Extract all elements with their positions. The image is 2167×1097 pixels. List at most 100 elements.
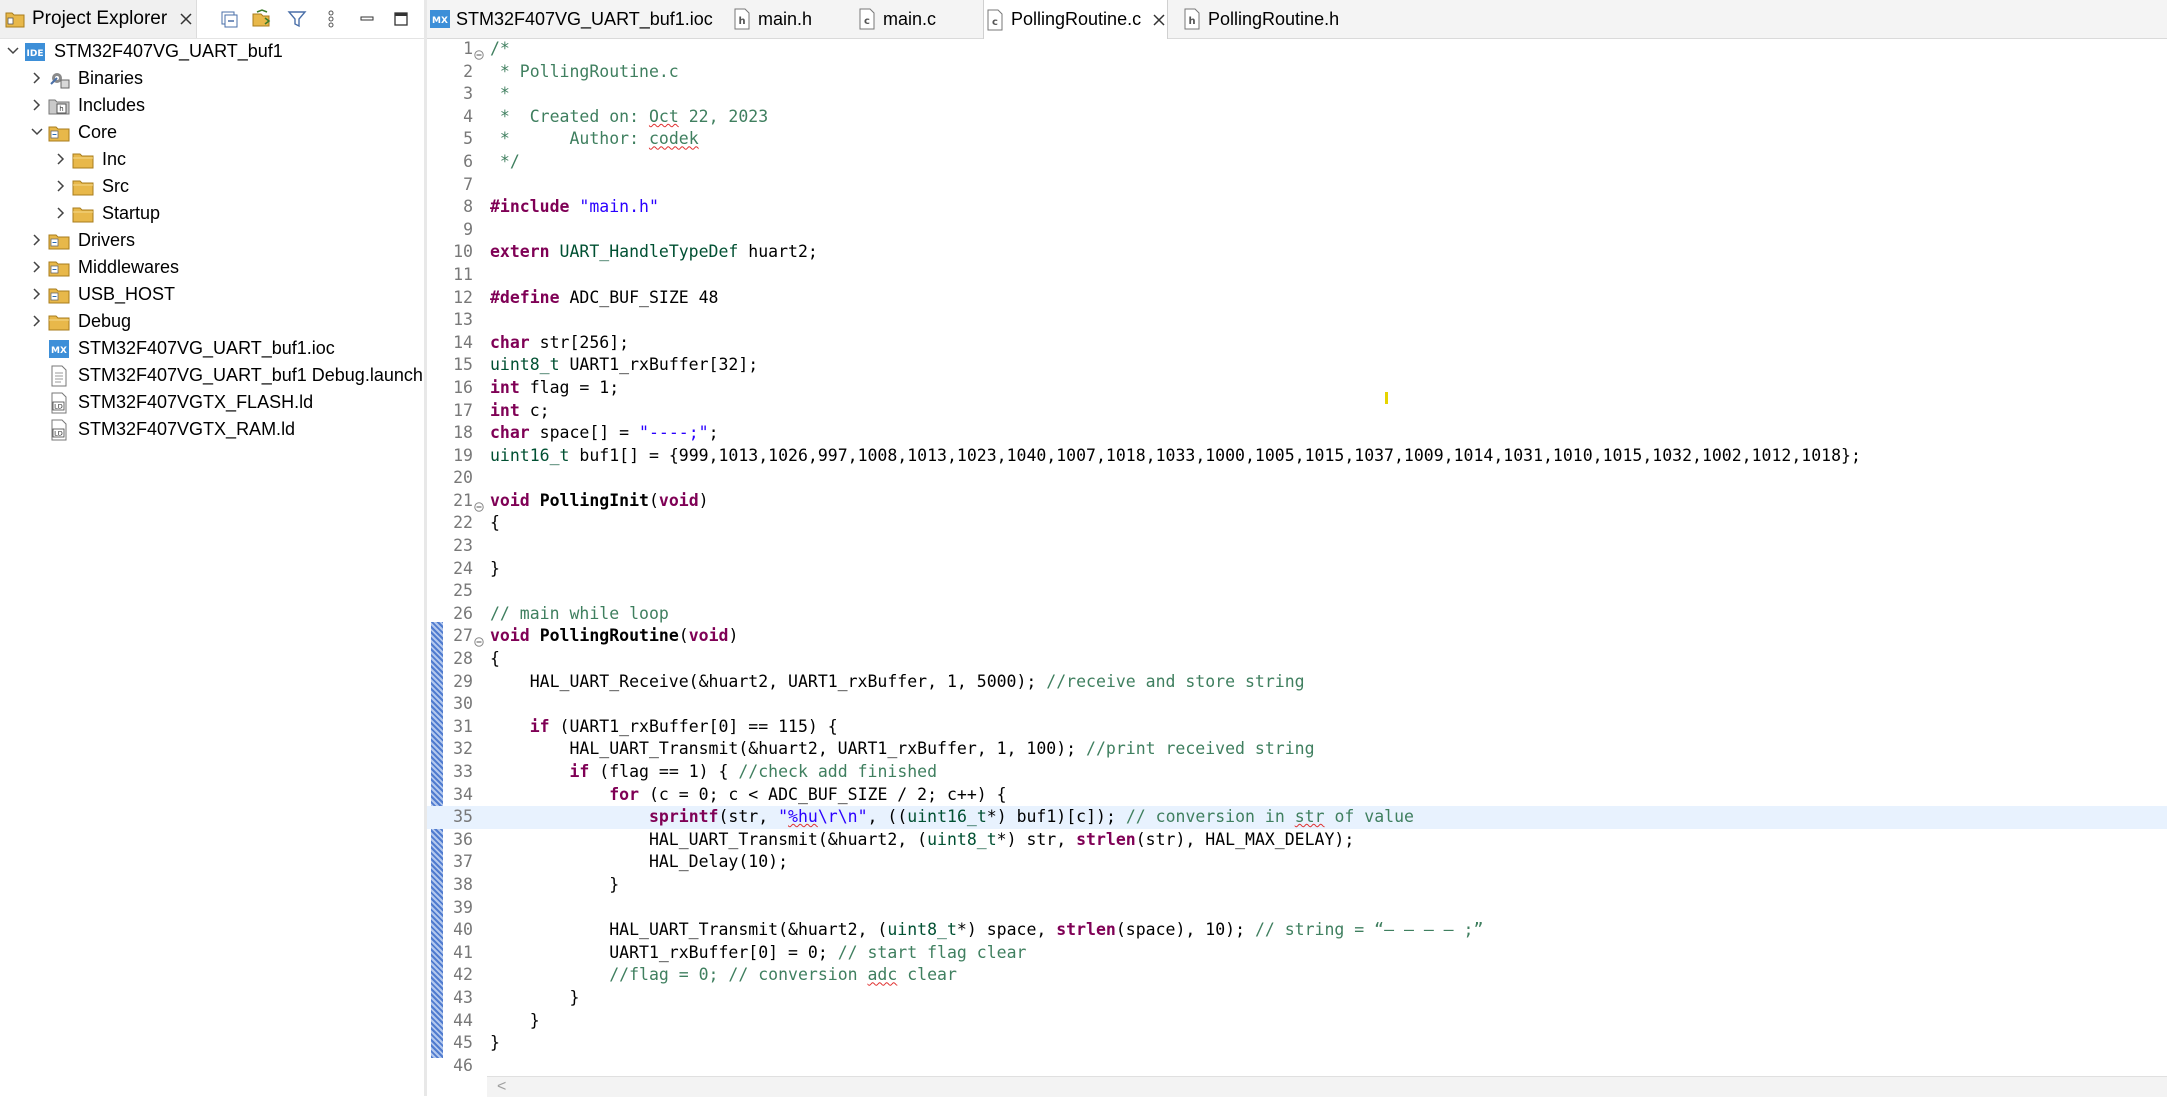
close-icon[interactable] [1151,12,1167,28]
view-menu-icon[interactable] [318,6,344,32]
editor-tab[interactable]: c main.c [856,0,936,38]
code-line[interactable]: 44 } [427,1010,2167,1033]
tree-item[interactable]: h Includes [0,92,424,119]
horizontal-scrollbar[interactable]: < [487,1076,2167,1097]
code-line[interactable]: 40 HAL_UART_Transmit(&huart2, (uint8_t*)… [427,919,2167,942]
chevron-right-icon[interactable] [29,313,45,329]
chevron-right-icon[interactable] [29,286,45,302]
code-line[interactable]: 33 if (flag == 1) { //check add finished [427,761,2167,784]
svg-text:c: c [992,17,998,28]
maximize-icon[interactable] [388,6,414,32]
code-line[interactable]: 24} [427,558,2167,581]
code-line[interactable]: 21 void PollingInit(void) [427,490,2167,513]
code-line[interactable]: 18 char space[] = "----;"; [427,422,2167,445]
tree-item[interactable]: Core [0,119,424,146]
chevron-right-icon[interactable] [53,205,69,221]
code-line[interactable]: 34 for (c = 0; c < ADC_BUF_SIZE / 2; c++… [427,784,2167,807]
code-line[interactable]: 35 sprintf(str, "%hu\r\n", ((uint16_t*) … [427,806,2167,829]
code-area[interactable]: 1/* 2 * PollingRoutine.c 3 * 4 * Created on… [427,38,2167,1077]
code-line[interactable]: 29 HAL_UART_Receive(&huart2, UART1_rxBuf… [427,671,2167,694]
code-line[interactable]: 42 //flag = 0; // conversion adc clear [427,964,2167,987]
code-line[interactable]: 28 { [427,648,2167,671]
code-line[interactable]: 41 UART1_rxBuffer[0] = 0; // start flag … [427,942,2167,965]
tree-item[interactable]: IDE STM32F407VG_UART_buf1 [0,38,424,65]
scroll-left-icon[interactable]: < [497,1078,506,1096]
code-line[interactable]: 23 [427,535,2167,558]
tree-item[interactable]: Inc [0,146,424,173]
code-line[interactable]: 45} [427,1032,2167,1055]
code-line[interactable]: 10 extern UART_HandleTypeDef huart2; [427,241,2167,264]
link-with-editor-icon[interactable] [248,6,274,32]
code-line[interactable]: 2 * PollingRoutine.c [427,61,2167,84]
tree-item[interactable]: LD STM32F407VGTX_RAM.ld [0,416,424,443]
minimize-icon[interactable] [354,6,380,32]
chevron-right-icon[interactable] [29,70,45,86]
line-number: 10 [453,242,473,262]
code-line[interactable]: 6 */ [427,151,2167,174]
code-line[interactable]: 13 [427,309,2167,332]
code-line[interactable]: 32 HAL_UART_Transmit(&huart2, UART1_rxBu… [427,738,2167,761]
chevron-right-icon[interactable] [53,151,69,167]
svg-text:c: c [864,16,870,27]
code-line[interactable]: 7 [427,174,2167,197]
code-line[interactable]: 15 uint8_t UART1_rxBuffer[32]; [427,354,2167,377]
svg-text:LD: LD [54,403,63,411]
chevron-down-icon[interactable] [29,124,45,140]
code-line[interactable]: 20 [427,467,2167,490]
editor-tab[interactable]: c PollingRoutine.c [983,0,1169,39]
code-line[interactable]: 46 [427,1055,2167,1078]
editor-tab[interactable]: h main.h [731,0,812,38]
fold-toggle-icon[interactable] [474,496,484,512]
code-text: { [490,513,500,533]
code-line[interactable]: 38 } [427,874,2167,897]
code-line[interactable]: 19 uint16_t buf1[] = {999,1013,1026,997,1… [427,445,2167,468]
code-line[interactable]: 1 /* [427,38,2167,61]
tree-item[interactable]: Drivers [0,227,424,254]
code-line[interactable]: 4 * Created on: Oct 22, 2023 [427,106,2167,129]
code-line[interactable]: 3 * [427,83,2167,106]
editor-tab[interactable]: h PollingRoutine.h [1181,0,1339,38]
tree-item[interactable]: Src [0,173,424,200]
code-line[interactable]: 11 [427,264,2167,287]
fold-toggle-icon[interactable] [474,631,484,648]
svg-text:IDE: IDE [27,49,44,59]
code-line[interactable]: 25 [427,580,2167,603]
tree-item[interactable]: STM32F407VG_UART_buf1 Debug.launch [0,362,424,389]
close-icon[interactable] [177,10,195,28]
code-line[interactable]: 16 int flag = 1; [427,377,2167,400]
code-line[interactable]: 12 #define ADC_BUF_SIZE 48 [427,287,2167,310]
code-line[interactable]: 22 { [427,512,2167,535]
code-line[interactable]: 39 [427,897,2167,920]
tree-item[interactable]: LD STM32F407VGTX_FLASH.ld [0,389,424,416]
tree-item[interactable]: MX STM32F407VG_UART_buf1.ioc [0,335,424,362]
code-line[interactable]: 14 char str[256]; [427,332,2167,355]
code-line[interactable]: 17 int c; [427,400,2167,423]
editor-tab[interactable]: MX STM32F407VG_UART_buf1.ioc [429,0,713,38]
fold-toggle-icon[interactable] [474,44,484,60]
code-line[interactable]: 37 HAL_Delay(10); [427,851,2167,874]
code-line[interactable]: 31 if (UART1_rxBuffer[0] == 115) { [427,716,2167,739]
tree-item[interactable]: Debug [0,308,424,335]
code-line[interactable]: 43 } [427,987,2167,1010]
tree-item[interactable]: USB_HOST [0,281,424,308]
code-line[interactable]: 8 #include "main.h" [427,196,2167,219]
code-line[interactable]: 5 * Author: codek [427,128,2167,151]
project-explorer-tab[interactable]: Project Explorer [0,0,197,38]
tree-item[interactable]: Binaries [0,65,424,92]
tree-item[interactable]: Middlewares [0,254,424,281]
tree-item[interactable]: Startup [0,200,424,227]
chevron-right-icon[interactable] [29,259,45,275]
code-text: * [490,84,510,104]
chevron-right-icon[interactable] [53,178,69,194]
code-line[interactable]: 27 void PollingRoutine(void) [427,625,2167,648]
code-line[interactable]: 26 // main while loop [427,603,2167,626]
collapse-all-icon[interactable] [216,6,242,32]
chevron-right-icon[interactable] [29,97,45,113]
filter-icon[interactable] [284,6,310,32]
code-line[interactable]: 30 [427,693,2167,716]
code-text: char str[256]; [490,332,630,352]
chevron-right-icon[interactable] [29,232,45,248]
code-line[interactable]: 36 HAL_UART_Transmit(&huart2, (uint8_t*)… [427,829,2167,852]
chevron-down-icon[interactable] [5,43,21,59]
code-line[interactable]: 9 [427,219,2167,242]
